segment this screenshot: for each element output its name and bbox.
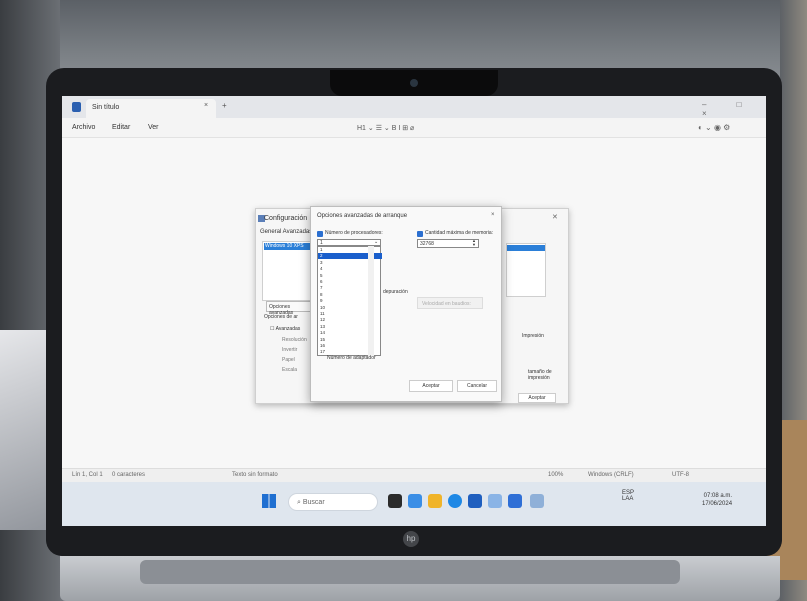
advanced-checkbox-label: Avanzadas (275, 326, 301, 332)
printer-list[interactable]: Windows 10 XPS (262, 241, 312, 301)
baud-rate-field: Velocidad en baudios: (417, 297, 483, 309)
cancel-button[interactable]: Cancelar (457, 380, 497, 392)
tab-untitled[interactable]: Sin título (86, 99, 216, 118)
advanced-options-button[interactable]: Opciones avanzadas (266, 301, 314, 316)
debug-label: depuración (383, 289, 408, 295)
system-tray[interactable]: ESP LAA (622, 490, 634, 502)
sub-option-2: Invertir (282, 347, 298, 353)
close-icon[interactable]: × (491, 212, 495, 218)
hp-logo-icon: hp (403, 531, 419, 547)
sub-option-1: Resolución (282, 337, 307, 343)
advanced-boot-dialog: Opciones avanzadas de arranque × Número … (310, 206, 502, 402)
taskbar-search[interactable]: ⌕ Buscar (288, 493, 378, 511)
status-encoding: UTF-8 (672, 472, 689, 478)
right-label-2: tamaño de impresión (528, 369, 552, 381)
printer-selected[interactable]: Windows 10 XPS (264, 243, 310, 250)
file-explorer-icon[interactable] (428, 494, 442, 508)
taskbar: ⌕ Buscar ESP LAA 07:08 a.m. 17/06/2024 (62, 482, 766, 526)
app-icon[interactable] (508, 494, 522, 508)
advanced-checkbox[interactable]: ☐ Avanzadas (270, 326, 300, 332)
menu-editar[interactable]: Editar (112, 124, 130, 131)
processors-label: Número de procesadores: (325, 230, 383, 236)
clock[interactable]: 07:08 a.m. 17/06/2024 (702, 492, 732, 508)
sub-option-4: Escala (282, 367, 298, 373)
tab-close-icon[interactable]: × (204, 102, 208, 109)
adapter-label: Número de adaptador (327, 355, 376, 361)
status-bar: Lín 1, Col 1 0 caracteres Texto sin form… (62, 468, 766, 482)
status-chars: 0 caracteres (112, 472, 146, 478)
chevron-down-icon[interactable]: ⌄ (374, 239, 378, 245)
clock-time: 07:08 a.m. (703, 493, 733, 499)
title-bar: Sin título × + – □ × (62, 96, 766, 118)
processors-checkbox[interactable] (317, 231, 323, 237)
section-label: Opciones de ar (264, 314, 298, 320)
clock-date: 17/06/2024 (702, 501, 733, 507)
search-label: Buscar (302, 499, 325, 506)
right-label-1: Impresión (522, 333, 544, 339)
processors-select[interactable]: 1 (317, 239, 381, 246)
notepad-icon (72, 102, 81, 112)
webcam-icon (410, 79, 418, 87)
sub-option-3: Papel (282, 357, 295, 363)
laptop-hinge (140, 560, 680, 584)
status-format: Texto sin formato (232, 472, 278, 478)
format-toolbar[interactable]: H1 ⌄ ☰ ⌄ B I ⊞ ⌀ (357, 124, 414, 132)
widgets-icon[interactable] (408, 494, 422, 508)
memory-input[interactable]: 32768 (417, 239, 479, 248)
status-position: Lín 1, Col 1 (72, 472, 103, 478)
advanced-dialog-title: Opciones avanzadas de arranque (317, 213, 408, 219)
dropdown-scrollbar[interactable] (368, 246, 374, 356)
lang-bottom: LAA (622, 496, 634, 502)
config-accept-button[interactable]: Aceptar (518, 393, 556, 403)
settings-app-icon[interactable] (488, 494, 502, 508)
config-tabs[interactable]: General Avanzadas (260, 229, 312, 235)
status-eol: Windows (CRLF) (588, 472, 634, 478)
window-controls[interactable]: – □ × (702, 100, 766, 118)
tab-title: Sin título (92, 104, 120, 111)
accept-button[interactable]: Aceptar (409, 380, 453, 392)
edge-icon[interactable] (448, 494, 462, 508)
settings-icons[interactable]: ◐ ⌄ ◉ ⚙ (698, 123, 730, 132)
memory-checkbox[interactable] (417, 231, 423, 237)
notepad-taskbar-icon[interactable] (530, 494, 544, 508)
taskview-icon[interactable] (388, 494, 402, 508)
status-zoom: 100% (548, 472, 564, 478)
memory-label: Cantidad máxima de memoria: (425, 230, 494, 236)
config-title: Configuración (264, 215, 308, 222)
right-list-selected[interactable] (507, 245, 545, 251)
menu-ver[interactable]: Ver (148, 124, 159, 131)
close-icon[interactable]: ✕ (552, 213, 558, 221)
spinner-icon[interactable]: ▲ ▼ (472, 239, 476, 247)
menu-archivo[interactable]: Archivo (72, 124, 95, 131)
new-tab-icon[interactable]: + (222, 101, 227, 110)
start-icon[interactable] (262, 494, 276, 508)
store-icon[interactable] (468, 494, 482, 508)
laptop-screen: Sin título × + – □ × Archivo Editar Ver … (62, 96, 766, 526)
right-list[interactable] (506, 243, 546, 297)
menu-bar: Archivo Editar Ver H1 ⌄ ☰ ⌄ B I ⊞ ⌀ ◐ ⌄ … (62, 118, 766, 138)
